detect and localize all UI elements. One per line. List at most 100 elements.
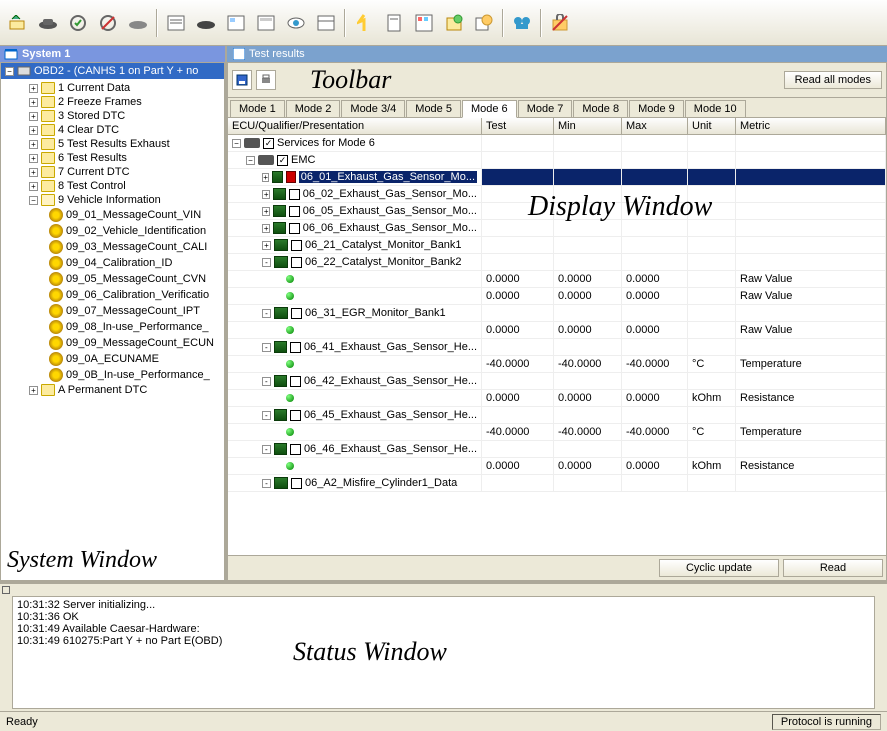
tab-mode-9[interactable]: Mode 9 bbox=[629, 100, 684, 117]
tree-item[interactable]: +2 Freeze Frames bbox=[5, 95, 220, 109]
tree-item[interactable]: +7 Current DTC bbox=[5, 165, 220, 179]
log-area[interactable]: 10:31:32 Server initializing...10:31:36 … bbox=[12, 596, 875, 709]
grid-row[interactable]: -06_22_Catalyst_Monitor_Bank2 bbox=[228, 254, 886, 271]
tb-btn-4[interactable] bbox=[94, 9, 122, 37]
collapse-icon[interactable]: − bbox=[29, 196, 38, 205]
obd-root-node[interactable]: − OBD2 - (CANHS 1 on Part Y + no bbox=[1, 63, 224, 79]
expand-icon[interactable]: + bbox=[29, 154, 38, 163]
expand-icon[interactable]: + bbox=[29, 140, 38, 149]
expand-icon[interactable]: + bbox=[29, 84, 38, 93]
header-max[interactable]: Max bbox=[622, 118, 688, 134]
checkbox[interactable] bbox=[289, 223, 299, 234]
expand-icon[interactable]: + bbox=[29, 386, 38, 395]
header-qualifier[interactable]: ECU/Qualifier/Presentation bbox=[228, 118, 482, 134]
tb-btn-13[interactable] bbox=[380, 9, 408, 37]
tree-item[interactable]: −9 Vehicle Information bbox=[5, 193, 220, 207]
grid-row[interactable]: −✓EMC bbox=[228, 152, 886, 169]
header-min[interactable]: Min bbox=[554, 118, 622, 134]
header-test[interactable]: Test bbox=[482, 118, 554, 134]
grid-row[interactable]: 0.00000.00000.0000kOhmResistance bbox=[228, 390, 886, 407]
tb-btn-3[interactable] bbox=[64, 9, 92, 37]
tree-item[interactable]: 09_0A_ECUNAME bbox=[5, 351, 220, 367]
tree-item[interactable]: 09_04_Calibration_ID bbox=[5, 255, 220, 271]
tree-item[interactable]: 09_0B_In-use_Performance_ bbox=[5, 367, 220, 383]
save-button[interactable] bbox=[232, 70, 252, 90]
print-button[interactable] bbox=[256, 70, 276, 90]
grid-row[interactable]: 0.00000.00000.0000Raw Value bbox=[228, 271, 886, 288]
tab-mode-5[interactable]: Mode 5 bbox=[406, 100, 461, 117]
grid-row[interactable]: 0.00000.00000.0000Raw Value bbox=[228, 322, 886, 339]
checkbox[interactable] bbox=[289, 206, 299, 217]
checkbox[interactable] bbox=[290, 376, 301, 387]
checkbox[interactable]: ✓ bbox=[277, 155, 288, 166]
grid-row[interactable]: -40.0000-40.0000-40.0000°CTemperature bbox=[228, 356, 886, 373]
tb-btn-15[interactable] bbox=[440, 9, 468, 37]
expand-icon[interactable]: + bbox=[29, 182, 38, 191]
checkbox[interactable] bbox=[290, 410, 301, 421]
grid-row[interactable]: -06_46_Exhaust_Gas_Sensor_He... bbox=[228, 441, 886, 458]
tree-item[interactable]: 09_01_MessageCount_VIN bbox=[5, 207, 220, 223]
checkbox[interactable] bbox=[291, 240, 302, 251]
tb-btn-1[interactable] bbox=[4, 9, 32, 37]
grid-row[interactable]: +06_21_Catalyst_Monitor_Bank1 bbox=[228, 237, 886, 254]
cyclic-update-button[interactable]: Cyclic update bbox=[659, 559, 779, 577]
expand-icon[interactable]: + bbox=[29, 126, 38, 135]
tree-item[interactable]: +5 Test Results Exhaust bbox=[5, 137, 220, 151]
grid-body[interactable]: Display Window −✓Services for Mode 6−✓EM… bbox=[227, 135, 887, 556]
grid-row[interactable]: -06_42_Exhaust_Gas_Sensor_He... bbox=[228, 373, 886, 390]
checkbox[interactable] bbox=[289, 189, 299, 200]
tree-item[interactable]: +8 Test Control bbox=[5, 179, 220, 193]
grid-row[interactable]: -06_45_Exhaust_Gas_Sensor_He... bbox=[228, 407, 886, 424]
tab-mode-7[interactable]: Mode 7 bbox=[518, 100, 573, 117]
grid-row[interactable]: -40.0000-40.0000-40.0000°CTemperature bbox=[228, 424, 886, 441]
grid-row[interactable]: +06_02_Exhaust_Gas_Sensor_Mo... bbox=[228, 186, 886, 203]
tree-item[interactable]: +1 Current Data bbox=[5, 81, 220, 95]
tree-item[interactable]: 09_09_MessageCount_ECUN bbox=[5, 335, 220, 351]
tb-btn-12[interactable] bbox=[350, 9, 378, 37]
tb-btn-5[interactable] bbox=[124, 9, 152, 37]
tree-item[interactable]: 09_06_Calibration_Verificatio bbox=[5, 287, 220, 303]
tree-item[interactable]: 09_08_In-use_Performance_ bbox=[5, 319, 220, 335]
tb-btn-6[interactable] bbox=[162, 9, 190, 37]
grid-row[interactable]: −✓Services for Mode 6 bbox=[228, 135, 886, 152]
checkbox[interactable]: ✓ bbox=[263, 138, 274, 149]
tab-mode-2[interactable]: Mode 2 bbox=[286, 100, 341, 117]
expand-icon[interactable]: + bbox=[29, 168, 38, 177]
tb-btn-7[interactable] bbox=[192, 9, 220, 37]
read-all-modes-button[interactable]: Read all modes bbox=[784, 71, 882, 89]
tree-item[interactable]: +6 Test Results bbox=[5, 151, 220, 165]
grid-row[interactable]: 0.00000.00000.0000Raw Value bbox=[228, 288, 886, 305]
tab-mode-6[interactable]: Mode 6 bbox=[462, 100, 517, 118]
tb-btn-9[interactable] bbox=[252, 9, 280, 37]
checkbox[interactable] bbox=[291, 478, 302, 489]
checkbox[interactable] bbox=[291, 257, 302, 268]
grid-row[interactable]: +06_01_Exhaust_Gas_Sensor_Mo... bbox=[228, 169, 886, 186]
tb-btn-8[interactable] bbox=[222, 9, 250, 37]
expand-icon[interactable]: + bbox=[29, 98, 38, 107]
tree-item[interactable]: +3 Stored DTC bbox=[5, 109, 220, 123]
collapse-icon[interactable]: − bbox=[5, 67, 14, 76]
read-button[interactable]: Read bbox=[783, 559, 883, 577]
tab-mode-8[interactable]: Mode 8 bbox=[573, 100, 628, 117]
tree-item[interactable]: 09_02_Vehicle_Identification bbox=[5, 223, 220, 239]
tree-item[interactable]: 09_05_MessageCount_CVN bbox=[5, 271, 220, 287]
tb-btn-10[interactable] bbox=[282, 9, 310, 37]
tb-btn-2[interactable] bbox=[34, 9, 62, 37]
tab-mode-3-4[interactable]: Mode 3/4 bbox=[341, 100, 405, 117]
tab-mode-10[interactable]: Mode 10 bbox=[685, 100, 746, 117]
tree-item[interactable]: +4 Clear DTC bbox=[5, 123, 220, 137]
grid-row[interactable]: -06_A2_Misfire_Cylinder1_Data bbox=[228, 475, 886, 492]
checkbox[interactable] bbox=[291, 308, 302, 319]
checkbox[interactable] bbox=[290, 342, 301, 353]
tb-btn-11[interactable] bbox=[312, 9, 340, 37]
tb-btn-16[interactable] bbox=[470, 9, 498, 37]
tb-btn-17[interactable] bbox=[508, 9, 536, 37]
checkbox[interactable] bbox=[290, 444, 301, 455]
grid-row[interactable]: +06_06_Exhaust_Gas_Sensor_Mo... bbox=[228, 220, 886, 237]
tab-mode-1[interactable]: Mode 1 bbox=[230, 100, 285, 117]
tree-item[interactable]: 09_03_MessageCount_CALI bbox=[5, 239, 220, 255]
header-unit[interactable]: Unit bbox=[688, 118, 736, 134]
expand-icon[interactable]: + bbox=[29, 112, 38, 121]
close-icon[interactable] bbox=[2, 586, 10, 594]
header-metric[interactable]: Metric bbox=[736, 118, 886, 134]
